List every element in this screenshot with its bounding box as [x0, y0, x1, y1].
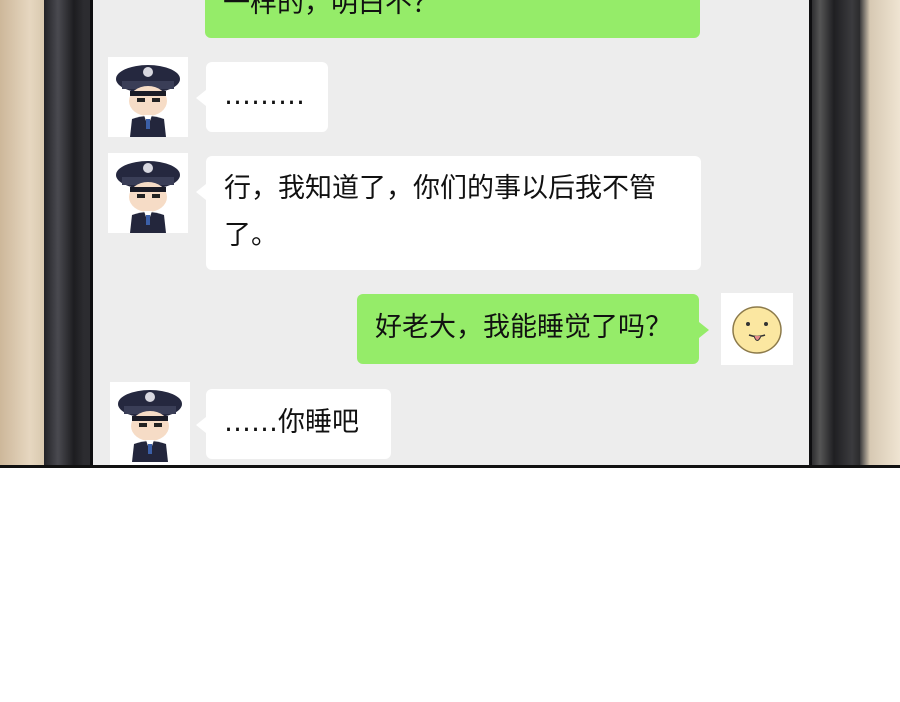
tongue-out-face-avatar[interactable] — [721, 293, 793, 365]
background-right — [860, 0, 900, 465]
phone-frame-edge — [808, 0, 868, 465]
police-officer-avatar[interactable] — [110, 382, 190, 465]
police-officer-icon — [110, 382, 190, 462]
chat-screen: 一样的，明白不？ ……… 行，我知道了，你们的事以后我不管了。 好老大，我能睡觉… — [90, 0, 812, 465]
chat-bubble-incoming: ……你睡吧 — [196, 389, 391, 459]
police-officer-avatar[interactable] — [108, 153, 188, 233]
police-officer-avatar[interactable] — [108, 57, 188, 137]
blank-panel-area — [0, 468, 900, 702]
police-officer-icon — [108, 57, 188, 137]
police-officer-icon — [108, 153, 188, 233]
tongue-out-face-icon — [721, 293, 793, 365]
message-text: ……… — [224, 80, 305, 111]
message-text: 行，我知道了，你们的事以后我不管了。 — [224, 173, 656, 251]
chat-bubble-outgoing: 好老大，我能睡觉了吗？ — [357, 294, 709, 364]
message-text: 好老大，我能睡觉了吗？ — [375, 312, 672, 343]
chat-bubble-incoming: 行，我知道了，你们的事以后我不管了。 — [196, 156, 701, 270]
message-text: 一样的，明白不？ — [223, 0, 439, 19]
comic-panel: 一样的，明白不？ ……… 行，我知道了，你们的事以后我不管了。 好老大，我能睡觉… — [0, 0, 900, 468]
message-text: ……你睡吧 — [224, 407, 359, 438]
chat-bubble-outgoing: 一样的，明白不？ — [205, 0, 700, 38]
chat-bubble-incoming: ……… — [196, 62, 328, 132]
